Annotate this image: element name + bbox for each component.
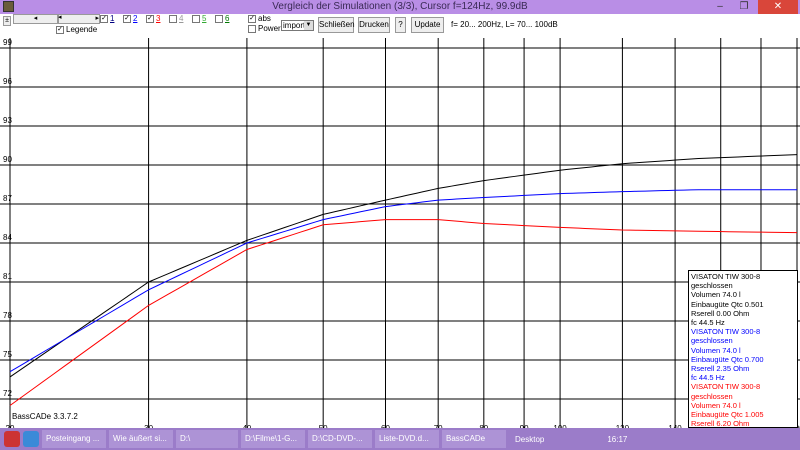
taskbar-item[interactable]: D:\Filme\1-G... <box>241 430 305 448</box>
series-line-3 <box>9 219 798 406</box>
checkbox[interactable]: ✓ <box>56 25 64 34</box>
curve-checkbox-6[interactable]: 6 <box>215 14 229 23</box>
x-scrollbar[interactable]: ◂ <box>13 14 58 24</box>
close-button[interactable]: ✕ <box>758 0 798 14</box>
abs-checkbox[interactable]: ✓ abs <box>248 14 271 23</box>
legend-line: Einbaugüte Qtc 0.501 <box>691 299 764 309</box>
y-scrollbar[interactable]: ◂ <box>56 14 101 24</box>
legend-line: Volumen 74.0 l <box>691 400 741 410</box>
version-label: BassCADe 3.3.7.2 <box>12 412 78 421</box>
checkbox[interactable] <box>215 14 223 23</box>
curve-checkbox-4[interactable]: 4 <box>169 14 183 23</box>
taskbar: Posteingang ... Wie äußert si... D:\ D:\Fil… <box>0 428 800 450</box>
checkbox[interactable] <box>192 14 200 23</box>
curve-checkbox-1[interactable]: ✓ 1 <box>100 14 114 23</box>
y-tick-label: 96 <box>3 77 12 86</box>
help-button[interactable]: ? <box>395 17 406 33</box>
y-tick-label: 84 <box>3 233 12 242</box>
scroll-button[interactable]: ± <box>3 16 11 26</box>
legend-line: VISATON TIW 300-8 <box>691 382 761 392</box>
chevron-down-icon[interactable]: ▼ <box>304 21 313 30</box>
clock: 16:17 <box>607 434 628 444</box>
title-bar: Vergleich der Simulationen (3/3), Cursor… <box>0 0 800 14</box>
legend-checkbox[interactable]: ✓ Legende <box>56 25 97 34</box>
legend-line: fc 44.5 Hz <box>691 373 725 383</box>
chart-legend: VISATON TIW 300-8 geschlossen Volumen 74.0… <box>688 270 798 437</box>
legend-line: Rserell 0.00 Ohm <box>691 308 750 318</box>
taskbar-item[interactable]: Liste-DVD.d... <box>375 430 439 448</box>
checkbox[interactable]: ✓ <box>123 14 131 23</box>
legend-line: Rserell 2.35 Ohm <box>691 364 750 374</box>
frequency-response-chart[interactable]: 2030405060708090100120140160180200727578… <box>0 38 800 428</box>
y-tick-label: 87 <box>3 194 12 203</box>
import-select[interactable]: import ▼ <box>281 20 314 31</box>
checkbox[interactable]: ✓ <box>146 14 154 23</box>
update-button[interactable]: Update <box>411 17 444 33</box>
checkbox[interactable]: ✓ <box>100 14 108 23</box>
maximize-button[interactable]: ❐ <box>732 0 756 14</box>
desktop-toolbar[interactable]: Desktop <box>515 435 544 444</box>
taskbar-item[interactable]: D:\ <box>176 430 238 448</box>
legend-line: Volumen 74.0 l <box>691 290 741 300</box>
taskbar-item[interactable]: BassCADe <box>442 430 506 448</box>
app-icon <box>3 1 14 12</box>
curve-checkbox-5[interactable]: 5 <box>192 14 206 23</box>
series-line-2 <box>9 189 797 373</box>
y-tick-label: 90 <box>3 155 12 164</box>
browser-icon[interactable] <box>23 431 39 447</box>
close-dialog-button[interactable]: Schließen <box>318 17 355 33</box>
range-text: f= 20... 200Hz, L= 70... 100dB <box>451 20 558 29</box>
minimize-button[interactable]: – <box>708 0 732 14</box>
taskbar-item[interactable]: D:\CD-DVD-... <box>308 430 372 448</box>
curve-checkbox-3[interactable]: ✓ 3 <box>146 14 160 23</box>
legend-line: geschlossen <box>691 281 733 291</box>
y-tick-label: 75 <box>3 350 12 359</box>
power-checkbox[interactable]: Power <box>248 24 281 33</box>
taskbar-item[interactable]: Posteingang ... <box>42 430 106 448</box>
y-tick-label: 72 <box>3 389 12 398</box>
checkbox[interactable] <box>169 14 177 23</box>
curve-checkbox-2[interactable]: ✓ 2 <box>123 14 137 23</box>
legend-line: fc 44.5 Hz <box>691 318 725 328</box>
y-tick-label: 81 <box>3 272 12 281</box>
legend-line: VISATON TIW 300-8 <box>691 327 761 337</box>
y-tick-label: 78 <box>3 311 12 320</box>
legend-line: Einbaugüte Qtc 1.005 <box>691 410 764 420</box>
legend-line: geschlossen <box>691 336 733 346</box>
y-tick-label: 99 <box>3 38 12 47</box>
y-tick-label: 93 <box>3 116 12 125</box>
start-icon[interactable] <box>4 431 20 447</box>
print-button[interactable]: Drucken <box>358 17 390 33</box>
series-line-1 <box>9 154 798 378</box>
legend-line: Volumen 74.0 l <box>691 345 741 355</box>
legend-line: VISATON TIW 300-8 <box>691 272 761 281</box>
legend-line: Einbaugüte Qtc 0.700 <box>691 354 764 364</box>
legend-line: geschlossen <box>691 391 733 401</box>
window-title: Vergleich der Simulationen (3/3), Cursor… <box>272 1 528 12</box>
taskbar-item[interactable]: Wie äußert si... <box>109 430 173 448</box>
